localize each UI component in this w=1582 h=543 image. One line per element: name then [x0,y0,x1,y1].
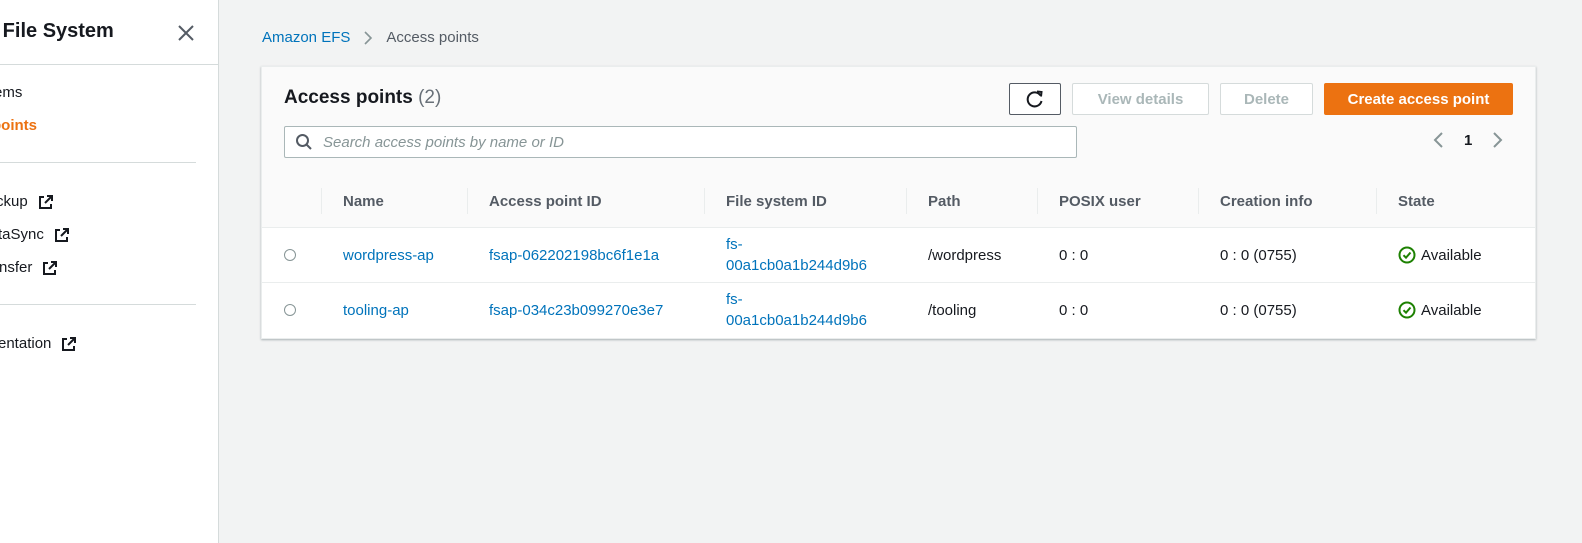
state-cell: Available [1376,228,1482,282]
current-page[interactable]: 1 [1464,132,1472,149]
sidebar-item-label: entation [0,335,52,352]
row-select-cell [262,283,296,337]
sidebar-divider [0,162,196,163]
external-link-icon [62,336,77,351]
chevron-right-icon [364,30,373,45]
sidebar-divider [0,64,218,65]
file-system-id-suffix: 00a1cb0a1b244d9b6 [726,257,867,274]
breadcrumb-link-amazon-efs[interactable]: Amazon EFS [262,29,350,46]
status-text: Available [1421,246,1482,264]
sidebar-item-aws-datasync[interactable]: taSync [0,226,70,243]
item-count: (2) [418,87,442,108]
sidebar-item-label: nsfer [0,259,33,276]
check-circle-icon [1398,301,1416,319]
file-system-id-link[interactable]: fs- 00a1cb0a1b244d9b6 [704,283,867,337]
column-header-path[interactable]: Path [906,175,961,227]
creation-info-cell: 0 : 0 (0755) [1220,301,1297,319]
page-title: Access points (2) [284,87,441,109]
access-point-name-link[interactable]: wordpress-ap [321,228,434,282]
column-header-name[interactable]: Name [321,175,384,227]
table-header: Name Access point ID File system ID Path… [262,175,1535,228]
creation-info-cell: 0 : 0 (0755) [1220,246,1297,264]
access-point-id-link[interactable]: fsap-034c23b099270e3e7 [467,283,663,337]
column-header-file-system-id[interactable]: File system ID [704,175,827,227]
column-header-state[interactable]: State [1376,175,1435,227]
column-header-access-point-id[interactable]: Access point ID [467,175,602,227]
search-icon [296,134,312,150]
external-link-icon [54,227,69,242]
sidebar-item-label: taSync [0,226,44,243]
check-circle-icon [1398,246,1416,264]
side-navigation: c File System ems points ckup taSync nsf… [0,0,219,543]
state-cell: Available [1376,283,1482,337]
refresh-button[interactable] [1009,83,1061,115]
sidebar-divider [0,304,196,305]
access-points-table-container: Access points (2) View details Delete Cr… [261,66,1536,339]
create-access-point-button[interactable]: Create access point [1324,83,1513,115]
sidebar-item-documentation[interactable]: entation [0,335,77,352]
panel-header: Access points (2) View details Delete Cr… [262,67,1535,176]
sidebar-item-label: ems [0,84,23,101]
search-field[interactable] [284,126,1077,158]
sidebar-title: c File System [0,20,114,42]
column-header-posix-user[interactable]: POSIX user [1037,175,1141,227]
path-cell: /tooling [928,301,977,319]
access-point-id-link[interactable]: fsap-062202198bc6f1e1a [467,228,659,282]
view-details-button[interactable]: View details [1072,83,1209,115]
close-icon[interactable] [176,23,196,43]
sidebar-item-file-systems[interactable]: ems [0,84,22,101]
delete-button[interactable]: Delete [1220,83,1313,115]
external-link-icon [43,260,58,275]
sidebar-item-label: points [0,117,37,134]
table-row[interactable]: wordpress-ap fsap-062202198bc6f1e1a fs- … [262,228,1535,283]
sidebar-item-aws-backup[interactable]: ckup [0,193,54,210]
external-link-icon [38,194,53,209]
breadcrumb-current: Access points [386,29,479,46]
posix-user-cell: 0 : 0 [1059,246,1089,264]
status-badge: Available [1398,301,1482,319]
row-radio-button[interactable] [284,249,296,261]
posix-user-cell: 0 : 0 [1059,301,1089,319]
row-radio-button[interactable] [284,304,296,316]
file-system-id-suffix: 00a1cb0a1b244d9b6 [726,312,867,329]
file-system-id-prefix: fs- [726,236,743,253]
access-point-name-link[interactable]: tooling-ap [321,283,409,337]
column-header-creation-info[interactable]: Creation info [1198,175,1313,227]
breadcrumb: Amazon EFS Access points [262,29,479,46]
table-row[interactable]: tooling-ap fsap-034c23b099270e3e7 fs- 00… [262,283,1535,337]
status-badge: Available [1398,246,1482,264]
sidebar-item-aws-transfer[interactable]: nsfer [0,259,58,276]
file-system-id-prefix: fs- [726,291,743,308]
search-input[interactable] [321,132,1065,152]
path-cell: /wordpress [928,246,1002,264]
file-system-id-link[interactable]: fs- 00a1cb0a1b244d9b6 [704,228,867,282]
chevron-left-icon[interactable] [1432,130,1446,150]
refresh-icon [1026,90,1043,108]
status-text: Available [1421,301,1482,319]
sidebar-item-label: ckup [0,193,28,210]
sidebar-item-access-points[interactable]: points [0,117,37,134]
row-select-cell [262,228,296,282]
chevron-right-icon[interactable] [1490,130,1504,150]
panel-title-text: Access points [284,87,413,108]
pagination: 1 [1432,130,1504,150]
